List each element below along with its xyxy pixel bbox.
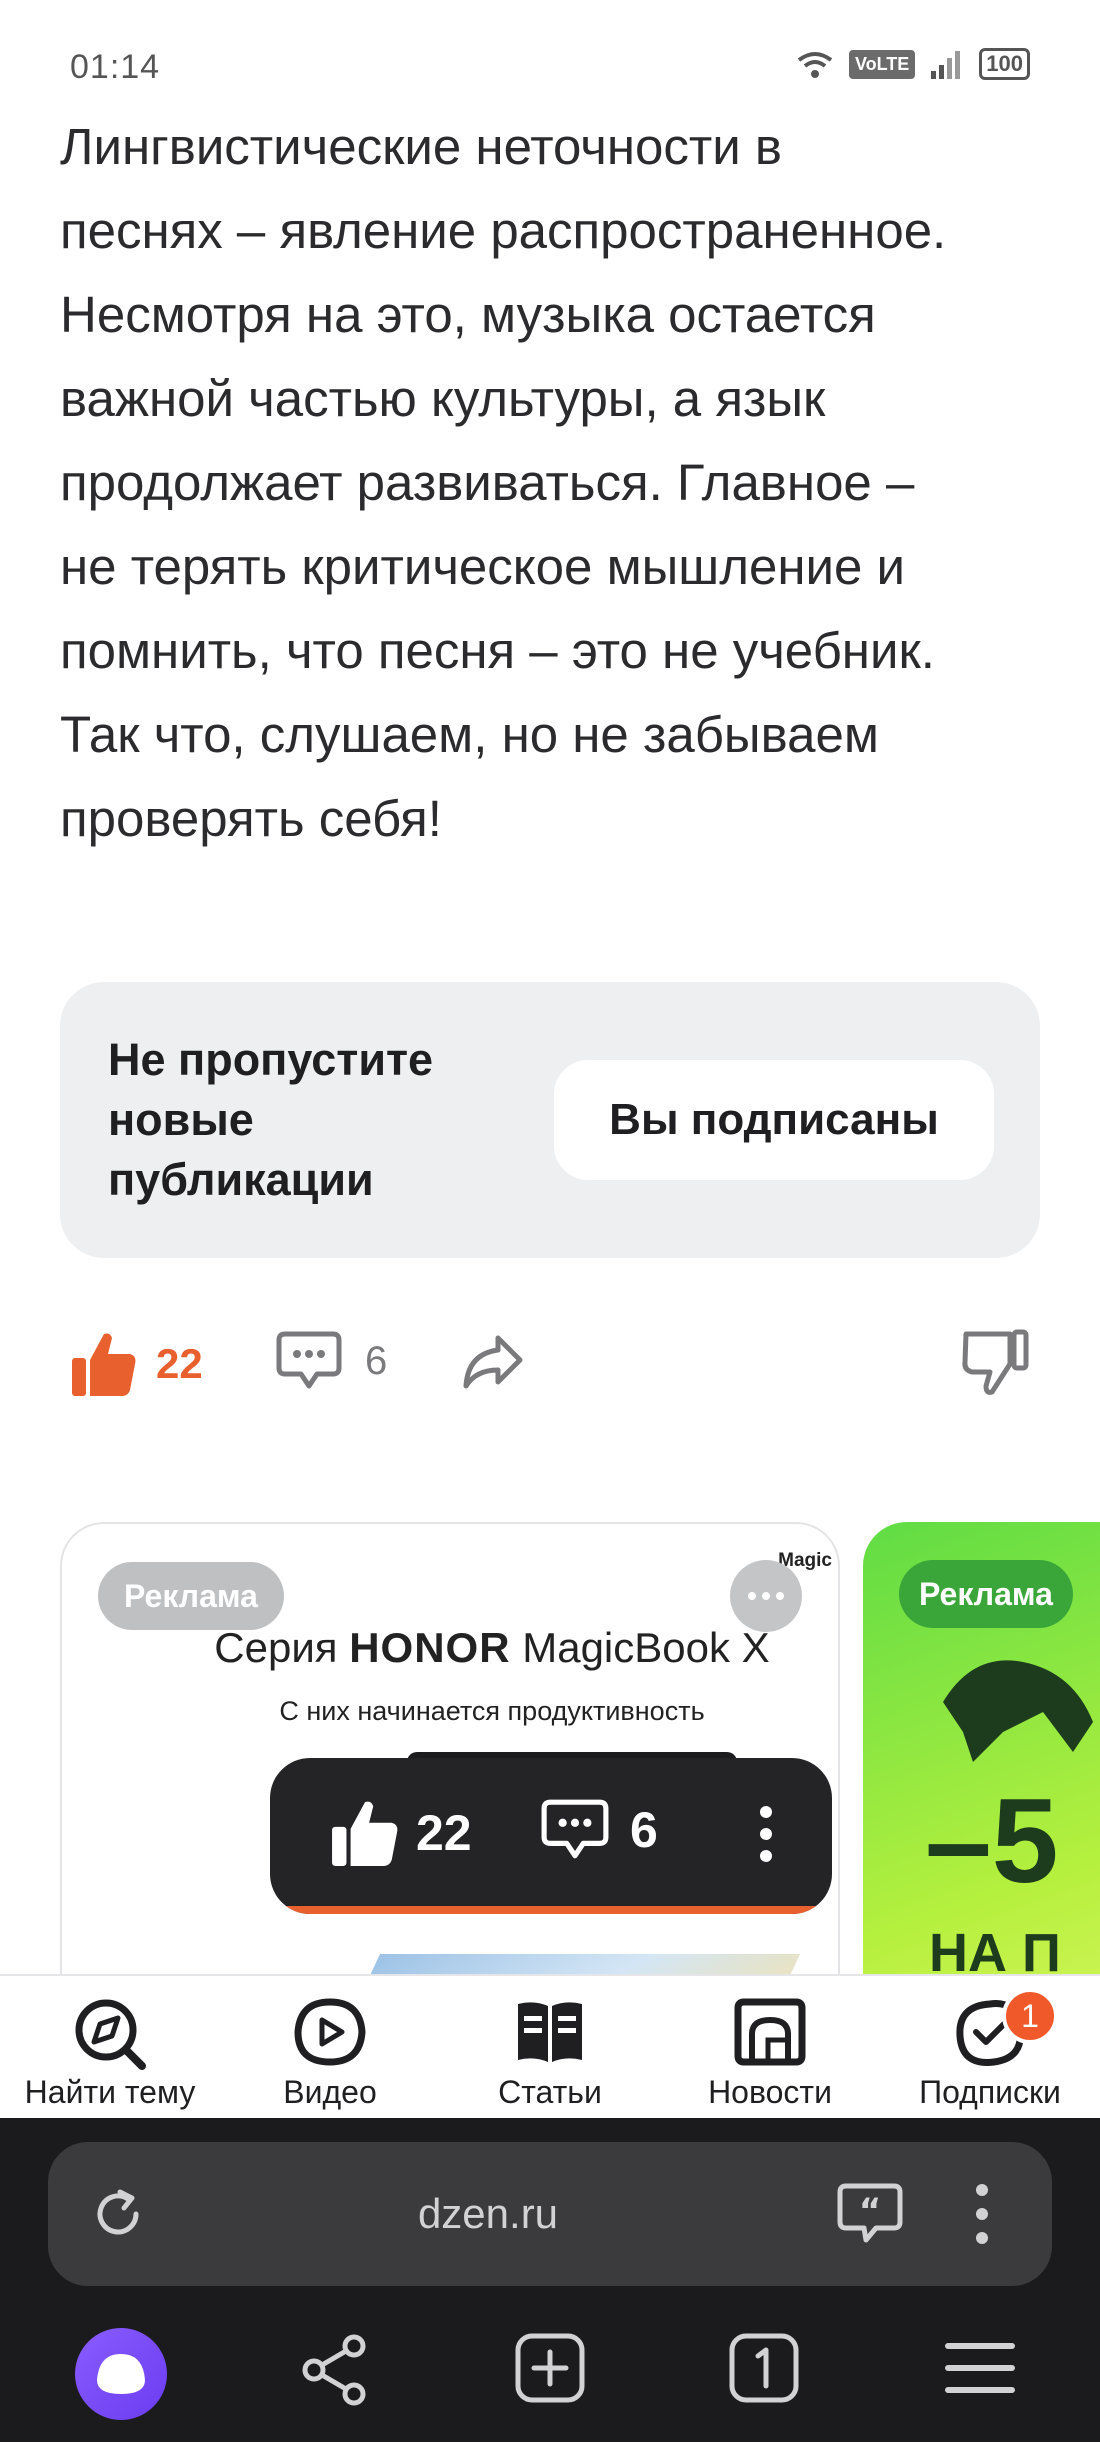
- subscribe-prompt-line: публикации: [108, 1154, 374, 1205]
- more-dot: [762, 1592, 770, 1600]
- floating-comment-count: 6: [630, 1802, 658, 1858]
- share-nodes-icon: [302, 2334, 366, 2406]
- thumbs-down-icon: [962, 1329, 1029, 1395]
- status-bar: 01:14 VoLTE 100: [0, 0, 1100, 120]
- browser-bar: dzen.ru “: [0, 2118, 1100, 2442]
- articles-book-icon: [518, 2002, 582, 2062]
- signal-icon: [931, 51, 961, 79]
- page: 01:14 VoLTE 100 Лингвистические неточнос…: [0, 0, 1100, 2442]
- more-dot: [976, 2232, 988, 2244]
- alice-icon: [97, 2354, 145, 2394]
- compass-search-icon: [75, 1999, 146, 2070]
- share-arrow-icon: [463, 1335, 523, 1389]
- article-line: проверять себя!: [60, 790, 442, 847]
- tab-subscriptions[interactable]: Подписки 1: [880, 1976, 1100, 2118]
- article-line: Так что, слушаем, но не забываем: [60, 706, 879, 763]
- more-dot: [748, 1592, 756, 1600]
- bottom-tab-nav: Найти тему Видео Статьи Новости Подписки…: [0, 1974, 1100, 2118]
- thumbs-up-icon: [332, 1801, 398, 1866]
- tab-label: Найти тему: [24, 2074, 196, 2110]
- wifi-icon: [797, 52, 833, 78]
- notification-badge: 1: [1002, 1988, 1058, 2044]
- ad-discount: –5: [925, 1774, 1059, 1908]
- tab-articles[interactable]: Статьи: [440, 1976, 660, 2118]
- ad-title-prefix: Серия: [214, 1624, 350, 1671]
- reactions-row: 22 6: [60, 1320, 1040, 1410]
- more-dot: [976, 2184, 988, 2196]
- hamburger-menu-button[interactable]: [942, 2332, 1018, 2409]
- share-page-button[interactable]: [300, 2332, 370, 2413]
- floating-more-button[interactable]: [760, 1806, 774, 1862]
- hamburger-icon: [945, 2343, 1015, 2393]
- add-tab-icon: [515, 2333, 585, 2403]
- floating-like-count: 22: [416, 1805, 472, 1861]
- tab-video[interactable]: Видео: [220, 1976, 440, 2118]
- like-button[interactable]: 22: [70, 1330, 203, 1398]
- ad-title: Серия HONOR MagicBook X: [62, 1624, 838, 1672]
- tab-label: Видео: [283, 2074, 377, 2110]
- more-dot: [760, 1828, 772, 1840]
- tab-label: Статьи: [498, 2074, 602, 2110]
- status-icons: VoLTE 100: [795, 48, 1030, 80]
- new-tab-button[interactable]: [514, 2332, 586, 2409]
- like-count: 22: [156, 1340, 203, 1387]
- ad-subtitle: С них начинается продуктивность: [279, 1696, 705, 1726]
- floating-comments-button[interactable]: 6: [540, 1798, 658, 1862]
- ad-more-button[interactable]: [730, 1560, 802, 1632]
- ad-title-suffix: MagicBook X: [510, 1624, 770, 1671]
- article-line: не терять критическое мышление и: [60, 538, 906, 595]
- volte-icon: VoLTE: [848, 49, 916, 79]
- article-line: Лингвистические неточности в: [60, 118, 782, 175]
- quote-button[interactable]: “: [836, 2182, 904, 2249]
- more-dot: [776, 1592, 784, 1600]
- more-dot: [976, 2208, 988, 2220]
- video-play-icon: [294, 1998, 366, 2066]
- ad-title-brand: HONOR: [349, 1624, 511, 1671]
- dislike-button[interactable]: [962, 1328, 1030, 1401]
- browser-toolbar: [0, 2322, 1100, 2432]
- status-time: 01:14: [70, 48, 161, 86]
- article-line: продолжает развиваться. Главное –: [60, 454, 915, 511]
- tab-label: Подписки: [919, 2074, 1061, 2110]
- share-button[interactable]: [460, 1332, 524, 1395]
- ad-badge: Реклама: [98, 1562, 284, 1630]
- svg-text:“: “: [859, 2191, 881, 2231]
- thumbs-up-icon: [72, 1333, 136, 1396]
- floating-bar-accent: [270, 1906, 832, 1914]
- tabs-counter-icon: [729, 2333, 799, 2403]
- floating-reaction-bar: 22 6: [270, 1758, 832, 1914]
- news-icon: [734, 1998, 806, 2066]
- subscribe-prompt: Не пропустите новые публикации: [108, 1030, 498, 1210]
- subscribe-card: Не пропустите новые публикации Вы подпис…: [60, 982, 1040, 1258]
- floating-like-button[interactable]: 22: [330, 1798, 472, 1868]
- address-bar[interactable]: dzen.ru “: [48, 2142, 1052, 2286]
- more-dot: [760, 1850, 772, 1862]
- ad-card[interactable]: Реклама –5 НА П: [863, 1522, 1100, 2042]
- comment-icon: [541, 1799, 609, 1859]
- tab-find-topic[interactable]: Найти тему: [0, 1976, 220, 2118]
- comments-button[interactable]: 6: [275, 1330, 387, 1392]
- article-line: Несмотря на это, музыка остается: [60, 286, 876, 343]
- browser-menu-button[interactable]: [976, 2184, 988, 2244]
- subscribe-prompt-line: Не пропустите: [108, 1034, 434, 1085]
- ad-figure-image: [943, 1660, 1093, 1762]
- tab-news[interactable]: Новости: [660, 1976, 880, 2118]
- comment-count: 6: [365, 1338, 388, 1383]
- ad-badge: Реклама: [899, 1560, 1073, 1628]
- article-line: песнях – явление распространенное.: [60, 202, 947, 259]
- article-paragraph: Лингвистические неточности в песнях – яв…: [60, 105, 1060, 861]
- article-line: важной частью культуры, а язык: [60, 370, 826, 427]
- article-line: помнить, что песня – это не учебник.: [60, 622, 935, 679]
- subscribed-button[interactable]: Вы подписаны: [554, 1060, 994, 1180]
- url-text: dzen.ru: [417, 2190, 559, 2237]
- quote-icon: “: [837, 2183, 903, 2243]
- tab-label: Новости: [708, 2074, 832, 2110]
- subscribe-prompt-line: новые: [108, 1094, 254, 1145]
- comment-icon: [276, 1331, 342, 1389]
- battery-icon: 100: [979, 48, 1030, 80]
- more-dot: [760, 1806, 772, 1818]
- alice-assistant-button[interactable]: [75, 2328, 167, 2420]
- tabs-count-button[interactable]: [728, 2332, 800, 2409]
